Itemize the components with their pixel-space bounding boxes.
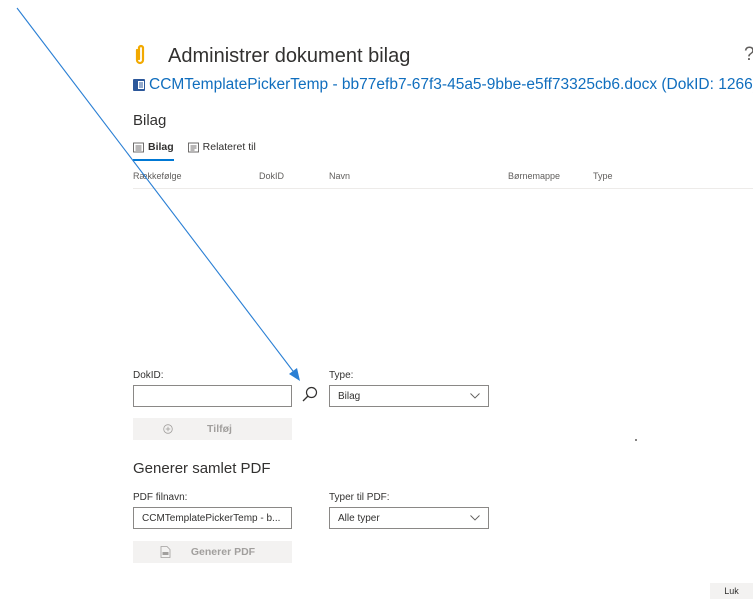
pdf-types-select-value: Alle typer [338, 512, 380, 524]
chevron-down-icon [470, 393, 480, 399]
tab-relateret-til-label: Relateret til [202, 141, 256, 153]
bilag-section-title: Bilag [133, 112, 167, 129]
search-icon [302, 386, 318, 402]
type-select[interactable]: Bilag [329, 385, 489, 407]
pdf-types-label: Typer til PDF: [329, 492, 390, 503]
tab-bilag-label: Bilag [148, 141, 174, 153]
bilag-table-body [133, 189, 753, 359]
column-header-bornemappe[interactable]: Børnemappe [508, 171, 560, 181]
stray-dot [635, 439, 637, 441]
bilag-table-header: Rækkefølge DokID Navn Børnemappe Type [133, 168, 753, 189]
close-button[interactable]: Luk [710, 583, 753, 599]
tab-bilag[interactable]: Bilag [133, 139, 174, 161]
document-link[interactable]: CCMTemplatePickerTemp - bb77efb7-67f3-45… [149, 76, 753, 94]
type-label: Type: [329, 370, 354, 381]
generate-pdf-button-label: Generer PDF [190, 546, 256, 558]
tab-relateret-til[interactable]: Relateret til [187, 139, 256, 161]
document-link-row: CCMTemplatePickerTemp - bb77efb7-67f3-45… [131, 75, 753, 95]
bilag-tabs: Bilag Relateret til [133, 139, 256, 161]
search-button[interactable] [300, 385, 320, 405]
attachment-list-icon [133, 142, 144, 152]
column-header-navn[interactable]: Navn [329, 171, 350, 181]
add-button-label: Tilføj [207, 423, 232, 435]
pdf-file-icon [160, 546, 171, 558]
generate-pdf-button[interactable]: Generer PDF [133, 541, 292, 563]
pdf-section-title: Generer samlet PDF [133, 460, 271, 477]
column-header-type[interactable]: Type [593, 171, 613, 181]
dokid-label: DokID: [133, 370, 164, 381]
dokid-input[interactable] [133, 385, 292, 407]
pdf-filename-input[interactable] [133, 507, 292, 529]
page-title: Administrer dokument bilag [168, 45, 411, 67]
related-list-icon [187, 142, 199, 152]
pdf-types-select[interactable]: Alle typer [329, 507, 489, 529]
chevron-down-icon [470, 515, 480, 521]
pdf-filename-label: PDF filnavn: [133, 492, 188, 503]
add-circle-icon [163, 424, 173, 434]
column-header-raekkefolge[interactable]: Rækkefølge [133, 171, 182, 181]
word-document-icon [133, 79, 145, 91]
column-header-dokid[interactable]: DokID [259, 171, 284, 181]
add-button[interactable]: Tilføj [133, 418, 292, 440]
help-icon[interactable]: ? [744, 44, 753, 66]
paperclip-icon [133, 44, 147, 66]
type-select-value: Bilag [338, 390, 361, 402]
